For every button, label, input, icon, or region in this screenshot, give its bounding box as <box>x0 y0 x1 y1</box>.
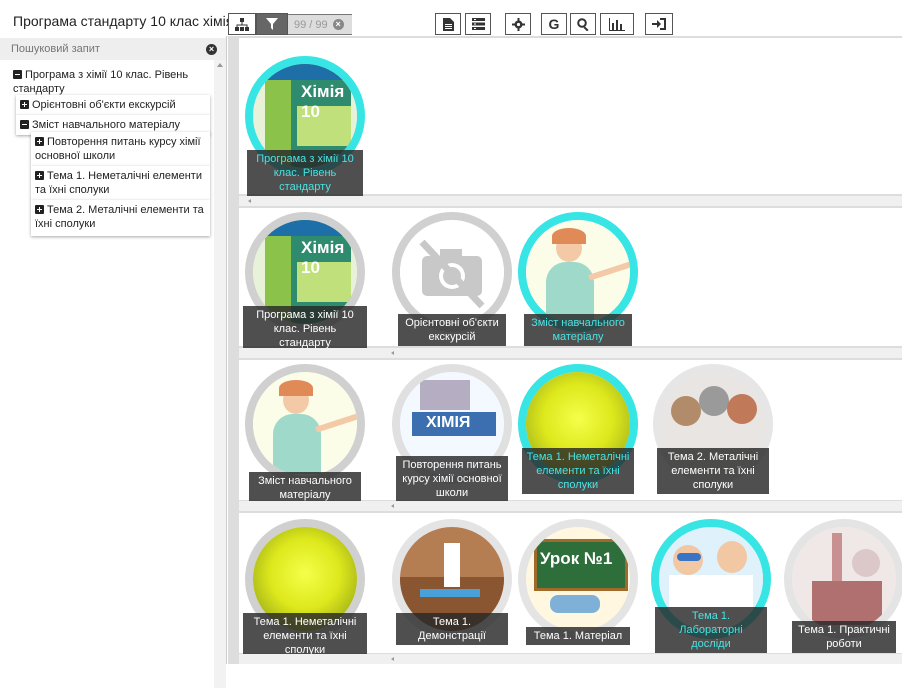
tile-caption: Тема 1. Лабораторні досліди <box>655 607 767 653</box>
tile-image-teacher <box>245 364 365 484</box>
tile-caption: Зміст навчального матеріалу <box>524 314 632 346</box>
tile-topic1[interactable]: Тема 1. Неметалічні елементи та їхні спо… <box>518 364 638 504</box>
filter-counter: 99 / 99 × <box>288 14 352 35</box>
book-title: Хімія 10 <box>301 82 345 121</box>
google-search-button[interactable]: G <box>541 13 567 35</box>
chalkboard-text: Урок №1 <box>540 549 613 568</box>
tree-item-excursions[interactable]: Орієнтовні об'єкти екскурсій <box>16 95 210 115</box>
tile-excursions[interactable]: Орієнтовні об'єкти екскурсій <box>392 212 512 352</box>
tile-image-lesson-board: Урок №1 <box>518 519 638 639</box>
chart-button[interactable] <box>600 13 634 35</box>
tile-row: Хімія 10 Програма з хімії 10 клас. Рівен… <box>239 208 902 352</box>
tile-program[interactable]: Хімія 10 Програма з хімії 10 клас. Рівен… <box>243 212 367 352</box>
scroll-left-icon[interactable] <box>391 657 394 661</box>
tree-item-topic2[interactable]: Тема 2. Металічні елементи та їхні сполу… <box>31 200 210 236</box>
search-input[interactable] <box>2 39 198 59</box>
clear-filter-icon[interactable]: × <box>332 19 344 30</box>
tile-content[interactable]: Зміст навчального матеріалу <box>518 212 638 352</box>
no-photo-icon <box>419 239 485 309</box>
plus-square-icon[interactable] <box>35 171 44 180</box>
search-icon <box>576 17 589 31</box>
scroll-left-icon[interactable] <box>248 199 251 203</box>
tile-row: Зміст навчального матеріалу ХІМІЯ Повтор… <box>239 360 902 504</box>
scroll-up-icon[interactable] <box>217 63 223 67</box>
tile-caption: Повторення питань курсу хімії основної ш… <box>396 456 508 502</box>
bar-chart-icon <box>609 17 625 31</box>
scroll-left-icon[interactable] <box>391 504 394 508</box>
tile-caption: Тема 1. Матеріал <box>526 627 630 645</box>
book-title: Хімія 10 <box>301 238 345 277</box>
plus-square-icon[interactable] <box>35 205 44 214</box>
tile-caption: Тема 1. Практичні роботи <box>792 621 896 653</box>
plus-square-icon[interactable] <box>35 137 44 146</box>
tree-item-review[interactable]: Повторення питань курсу хімії основної ш… <box>31 132 210 166</box>
tile-caption: Тема 1. Неметалічні елементи та їхні спо… <box>522 448 634 494</box>
tile-caption: Тема 2. Металічні елементи та їхні сполу… <box>657 448 769 494</box>
search-button[interactable] <box>570 13 596 35</box>
filter-count-text: 99 / 99 <box>294 18 328 31</box>
tile-material[interactable]: Урок №1 Тема 1. Матеріал <box>518 519 638 659</box>
tree-view-button[interactable] <box>228 13 256 35</box>
main-panel: Хімія 10 Програма з хімії 10 клас. Рівен… <box>228 36 902 664</box>
row-scrollbar[interactable] <box>239 501 902 511</box>
settings-button[interactable] <box>505 13 531 35</box>
tree-item-label: Тема 2. Металічні елементи та їхні сполу… <box>35 204 204 230</box>
minus-square-icon[interactable] <box>13 70 22 79</box>
app-title: Програма стандарту 10 клас хімія <box>13 13 234 29</box>
sidebar-scrollbar[interactable] <box>214 60 226 688</box>
tree-item-topic1[interactable]: Тема 1. Неметалічні елементи та їхні спо… <box>31 166 210 200</box>
tree-item-label: Зміст навчального матеріалу <box>32 119 180 131</box>
row-scrollbar[interactable] <box>239 654 902 664</box>
tree-item-program[interactable]: Програма з хімії 10 клас. Рівень стандар… <box>9 65 210 95</box>
tile-content[interactable]: Зміст навчального матеріалу <box>245 364 365 504</box>
tile-caption: Тема 1. Неметалічні елементи та їхні спо… <box>243 613 367 659</box>
tile-caption: Програма з хімії 10 клас. Рівень стандар… <box>243 306 367 352</box>
minus-square-icon[interactable] <box>20 120 29 129</box>
row-scrollbar[interactable] <box>239 348 902 358</box>
search-row: × <box>0 38 226 60</box>
tile-row: Хімія 10 Програма з хімії 10 клас. Рівен… <box>239 38 902 196</box>
tree-item-label: Орієнтовні об'єкти екскурсій <box>32 99 176 111</box>
tile-review[interactable]: ХІМІЯ Повторення питань курсу хімії осно… <box>392 364 512 504</box>
gear-icon <box>511 17 525 31</box>
tree-item-label: Програма з хімії 10 клас. Рівень стандар… <box>13 69 189 95</box>
tile-lab-experiments[interactable]: Тема 1. Лабораторні досліди <box>651 519 771 659</box>
document-icon <box>442 17 454 31</box>
tree-item-label: Повторення питань курсу хімії основної ш… <box>35 136 201 162</box>
sitemap-icon <box>235 17 249 31</box>
sidebar: × Програма з хімії 10 клас. Рівень станд… <box>0 36 227 688</box>
filter-button[interactable] <box>256 13 288 35</box>
clear-search-icon[interactable]: × <box>206 44 217 55</box>
toolbar: Програма стандарту 10 клас хімія 99 / 99… <box>0 0 902 36</box>
scroll-left-icon[interactable] <box>391 351 394 355</box>
filter-icon <box>266 18 278 30</box>
tile-row: Тема 1. Неметалічні елементи та їхні спо… <box>239 513 902 659</box>
tile-caption: Тема 1. Демонстрації <box>396 613 508 645</box>
login-button[interactable] <box>645 13 673 35</box>
tile-caption: Орієнтовні об'єкти екскурсій <box>398 314 506 346</box>
tile-caption: Зміст навчального матеріалу <box>249 472 361 504</box>
tile-topic2[interactable]: Тема 2. Металічні елементи та їхні сполу… <box>653 364 773 504</box>
tree-item-label: Тема 1. Неметалічні елементи та їхні спо… <box>35 170 202 196</box>
list-icon <box>471 18 485 30</box>
document-view-button[interactable] <box>435 13 461 35</box>
tile-caption: Програма з хімії 10 клас. Рівень стандар… <box>247 150 363 196</box>
tile-program[interactable]: Хімія 10 Програма з хімії 10 клас. Рівен… <box>245 56 365 196</box>
sign-in-icon <box>652 18 666 30</box>
tile-demonstrations[interactable]: Тема 1. Демонстрації <box>392 519 512 659</box>
list-view-button[interactable] <box>465 13 491 35</box>
plus-square-icon[interactable] <box>20 100 29 109</box>
row-scrollbar[interactable] <box>239 196 902 206</box>
tile-practical-works[interactable]: Тема 1. Практичні роботи <box>784 519 902 659</box>
google-icon: G <box>548 16 560 32</box>
tile-topic1[interactable]: Тема 1. Неметалічні елементи та їхні спо… <box>243 519 367 659</box>
